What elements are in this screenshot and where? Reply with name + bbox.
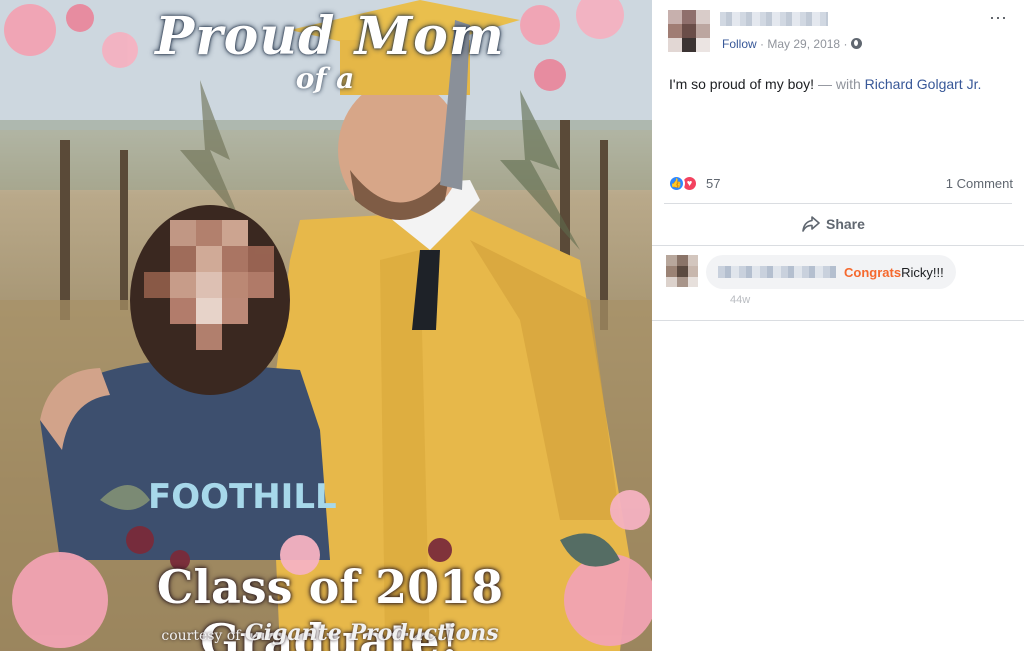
avatar[interactable] bbox=[668, 10, 710, 52]
share-button[interactable]: Share bbox=[802, 212, 865, 236]
credit-brand: Gigante Productions bbox=[244, 620, 499, 646]
comment-timestamp[interactable]: 44w bbox=[730, 294, 750, 306]
photo-headline: Proud Mom bbox=[155, 6, 505, 67]
post-meta: Follow · May 29, 2018 · bbox=[722, 37, 862, 51]
meta-separator: · bbox=[760, 37, 765, 51]
message-text: I'm so proud of my boy! bbox=[669, 76, 815, 92]
commenter-avatar[interactable] bbox=[666, 255, 698, 287]
share-label: Share bbox=[826, 216, 865, 232]
share-icon bbox=[802, 216, 820, 232]
meta-separator-2: · bbox=[843, 37, 848, 51]
tagged-user-link[interactable]: Richard Golgart Jr. bbox=[865, 76, 982, 92]
credit-prefix: courtesy of bbox=[161, 628, 241, 644]
divider bbox=[652, 320, 1024, 321]
post-header: Follow · May 29, 2018 · ··· bbox=[668, 8, 1008, 56]
comment-highlight: Congrats bbox=[844, 264, 902, 280]
globe-icon bbox=[850, 38, 862, 49]
comment-bubble: Congrats Ricky!!! bbox=[706, 255, 956, 289]
post-sidebar: Follow · May 29, 2018 · ··· I'm so proud… bbox=[652, 0, 1024, 651]
divider bbox=[652, 245, 1024, 246]
author-name-redacted[interactable] bbox=[720, 12, 828, 26]
post-date[interactable]: May 29, 2018 bbox=[767, 37, 840, 51]
like-reaction-icon: 👍 bbox=[668, 175, 685, 192]
reaction-count: 57 bbox=[706, 176, 721, 191]
comment-item: Congrats Ricky!!! 44w bbox=[666, 253, 1016, 313]
follow-link[interactable]: Follow bbox=[722, 37, 757, 51]
comment-count-link[interactable]: 1 Comment bbox=[946, 176, 1013, 191]
post-photo[interactable]: FOOTHILL Proud Mom of a Class of 2018 Gr… bbox=[0, 0, 652, 651]
photo-credit: courtesy of Gigante Productions bbox=[150, 620, 510, 646]
post-message: I'm so proud of my boy! — with Richard G… bbox=[669, 76, 981, 92]
more-options-icon[interactable]: ··· bbox=[988, 8, 1008, 26]
commenter-name-redacted[interactable] bbox=[718, 266, 836, 278]
comment-text: Ricky!!! bbox=[901, 264, 944, 280]
divider bbox=[664, 203, 1012, 204]
shirt-print: FOOTHILL bbox=[148, 477, 337, 517]
photo-subheadline: of a bbox=[295, 62, 355, 95]
photo-illustration: FOOTHILL bbox=[0, 0, 652, 651]
with-text: — with bbox=[814, 76, 865, 92]
